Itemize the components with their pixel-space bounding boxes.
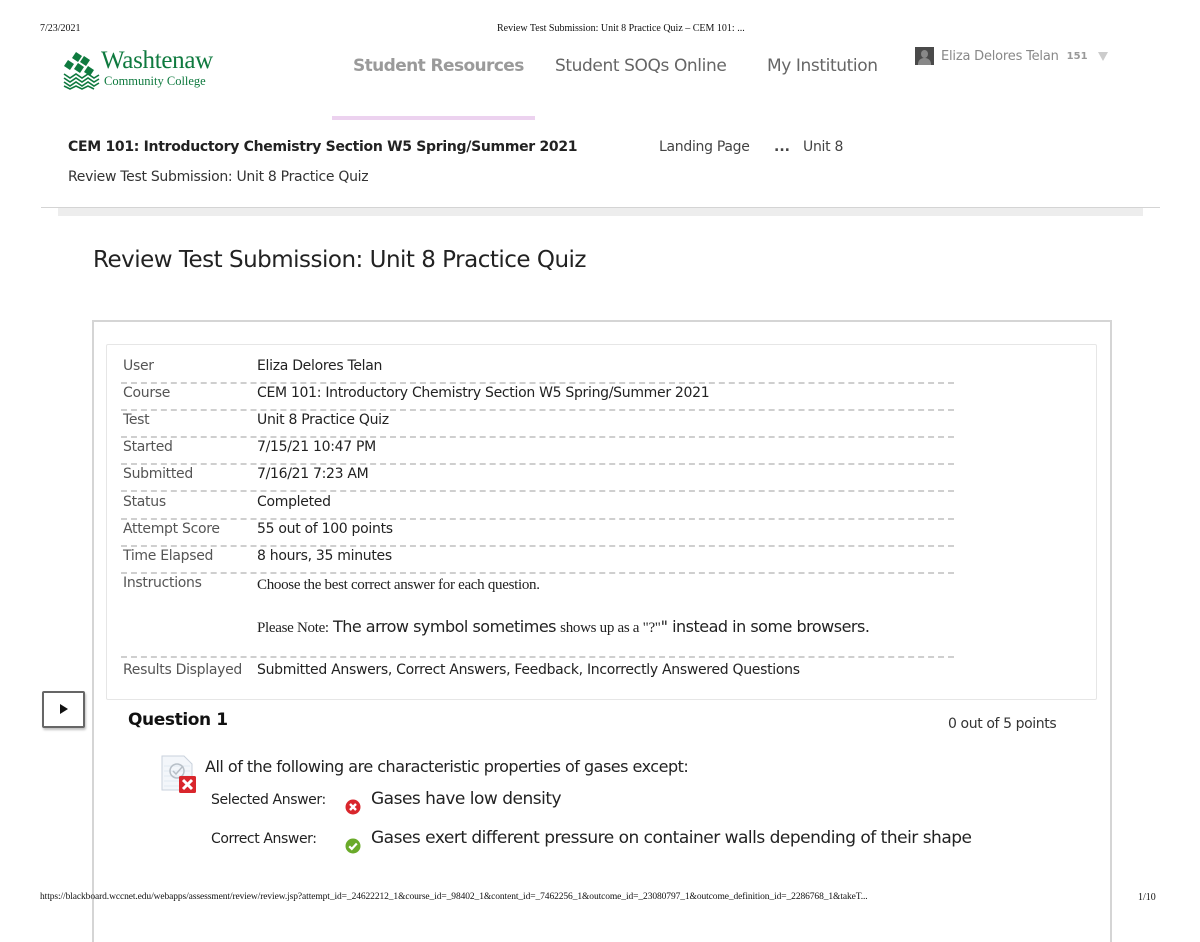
print-url: https://blackboard.wccnet.edu/webapps/as… <box>40 892 868 902</box>
nav-student-soqs-online[interactable]: Student SOQs Online <box>555 56 727 76</box>
detail-value: 8 hours, 35 minutes <box>257 548 392 564</box>
logo-subtitle: Community College <box>104 74 206 88</box>
correct-answer-text: Gases exert different pressure on contai… <box>371 828 972 848</box>
detail-value: Eliza Delores Telan <box>257 358 383 374</box>
detail-label: Submitted <box>123 466 193 482</box>
detail-label: Status <box>123 494 166 510</box>
logo-name: Washtenaw <box>101 47 213 74</box>
details-row-submitted: Submitted 7/16/21 7:23 AM <box>121 464 954 492</box>
expand-toggle-button[interactable] <box>42 691 85 728</box>
detail-label: Results Displayed <box>123 662 243 678</box>
detail-value: 7/16/21 7:23 AM <box>257 466 369 482</box>
selected-answer-text: Gases have low density <box>371 789 562 809</box>
breadcrumb-unit-8[interactable]: Unit 8 <box>803 139 843 155</box>
detail-value: Completed <box>257 494 331 510</box>
user-menu[interactable]: Eliza Delores Telan 151 <box>915 46 1108 66</box>
nav-student-resources[interactable]: Student Resources <box>353 56 524 76</box>
notification-badge[interactable]: 151 <box>1067 51 1088 62</box>
note-text-2: shows up as a "?" <box>560 620 661 636</box>
print-title: Review Test Submission: Unit 8 Practice … <box>497 23 745 34</box>
detail-label: Started <box>123 439 173 455</box>
instructions-line: Choose the best correct answer for each … <box>257 577 540 593</box>
breadcrumb-ellipsis[interactable]: ... <box>774 139 790 155</box>
detail-value: Submitted Answers, Correct Answers, Feed… <box>257 662 800 678</box>
detail-label: Test <box>123 412 150 428</box>
instructions-note: Please Note: The arrow symbol sometimes … <box>257 617 870 637</box>
current-page-crumb: Review Test Submission: Unit 8 Practice … <box>68 169 369 185</box>
detail-value: Unit 8 Practice Quiz <box>257 412 389 428</box>
active-nav-indicator <box>332 116 535 120</box>
detail-label: Instructions <box>123 575 202 591</box>
detail-value: 7/15/21 10:47 PM <box>257 439 376 455</box>
selected-answer-label: Selected Answer: <box>211 792 326 808</box>
detail-value: CEM 101: Introductory Chemistry Section … <box>257 385 710 401</box>
page-title: Review Test Submission: Unit 8 Practice … <box>93 247 587 273</box>
question-points: 0 out of 5 points <box>948 716 1057 732</box>
details-row-test: Test Unit 8 Practice Quiz <box>121 410 954 438</box>
details-row-time-elapsed: Time Elapsed 8 hours, 35 minutes <box>121 546 954 574</box>
details-row-user: User Eliza Delores Telan <box>121 356 954 384</box>
college-logo[interactable]: Washtenaw Community College <box>62 47 232 94</box>
correct-check-icon <box>345 838 361 854</box>
print-page-number: 1/10 <box>1138 892 1156 903</box>
incorrect-x-icon <box>345 799 361 815</box>
detail-label: Attempt Score <box>123 521 220 537</box>
details-row-instructions: Instructions Choose the best correct ans… <box>121 573 954 658</box>
print-date: 7/23/2021 <box>40 23 81 34</box>
header-shadow <box>58 208 1143 216</box>
details-row-status: Status Completed <box>121 492 954 520</box>
note-text-3: " instead in some browsers. <box>660 617 870 636</box>
detail-label: User <box>123 358 154 374</box>
incorrect-question-icon <box>161 755 196 793</box>
note-text-1: The arrow symbol sometimes <box>332 617 557 636</box>
breadcrumb-landing-page[interactable]: Landing Page <box>659 139 750 155</box>
caret-down-icon[interactable] <box>1097 51 1108 61</box>
course-title[interactable]: CEM 101: Introductory Chemistry Section … <box>68 139 578 155</box>
user-name: Eliza Delores Telan <box>941 48 1059 64</box>
details-row-course: Course CEM 101: Introductory Chemistry S… <box>121 383 954 411</box>
detail-label: Time Elapsed <box>123 548 214 564</box>
question-text: All of the following are characteristic … <box>205 757 689 776</box>
details-row-results-displayed: Results Displayed Submitted Answers, Cor… <box>121 660 954 686</box>
play-triangle-icon <box>60 704 68 714</box>
detail-value: 55 out of 100 points <box>257 521 393 537</box>
avatar-icon <box>915 47 934 65</box>
details-row-attempt-score: Attempt Score 55 out of 100 points <box>121 519 954 547</box>
note-prefix: Please Note: <box>257 620 329 636</box>
correct-answer-label: Correct Answer: <box>211 831 317 847</box>
leaf-logo-icon <box>63 52 100 90</box>
detail-label: Course <box>123 385 171 401</box>
details-row-started: Started 7/15/21 10:47 PM <box>121 437 954 465</box>
question-title: Question 1 <box>128 710 228 730</box>
nav-my-institution[interactable]: My Institution <box>767 56 878 76</box>
